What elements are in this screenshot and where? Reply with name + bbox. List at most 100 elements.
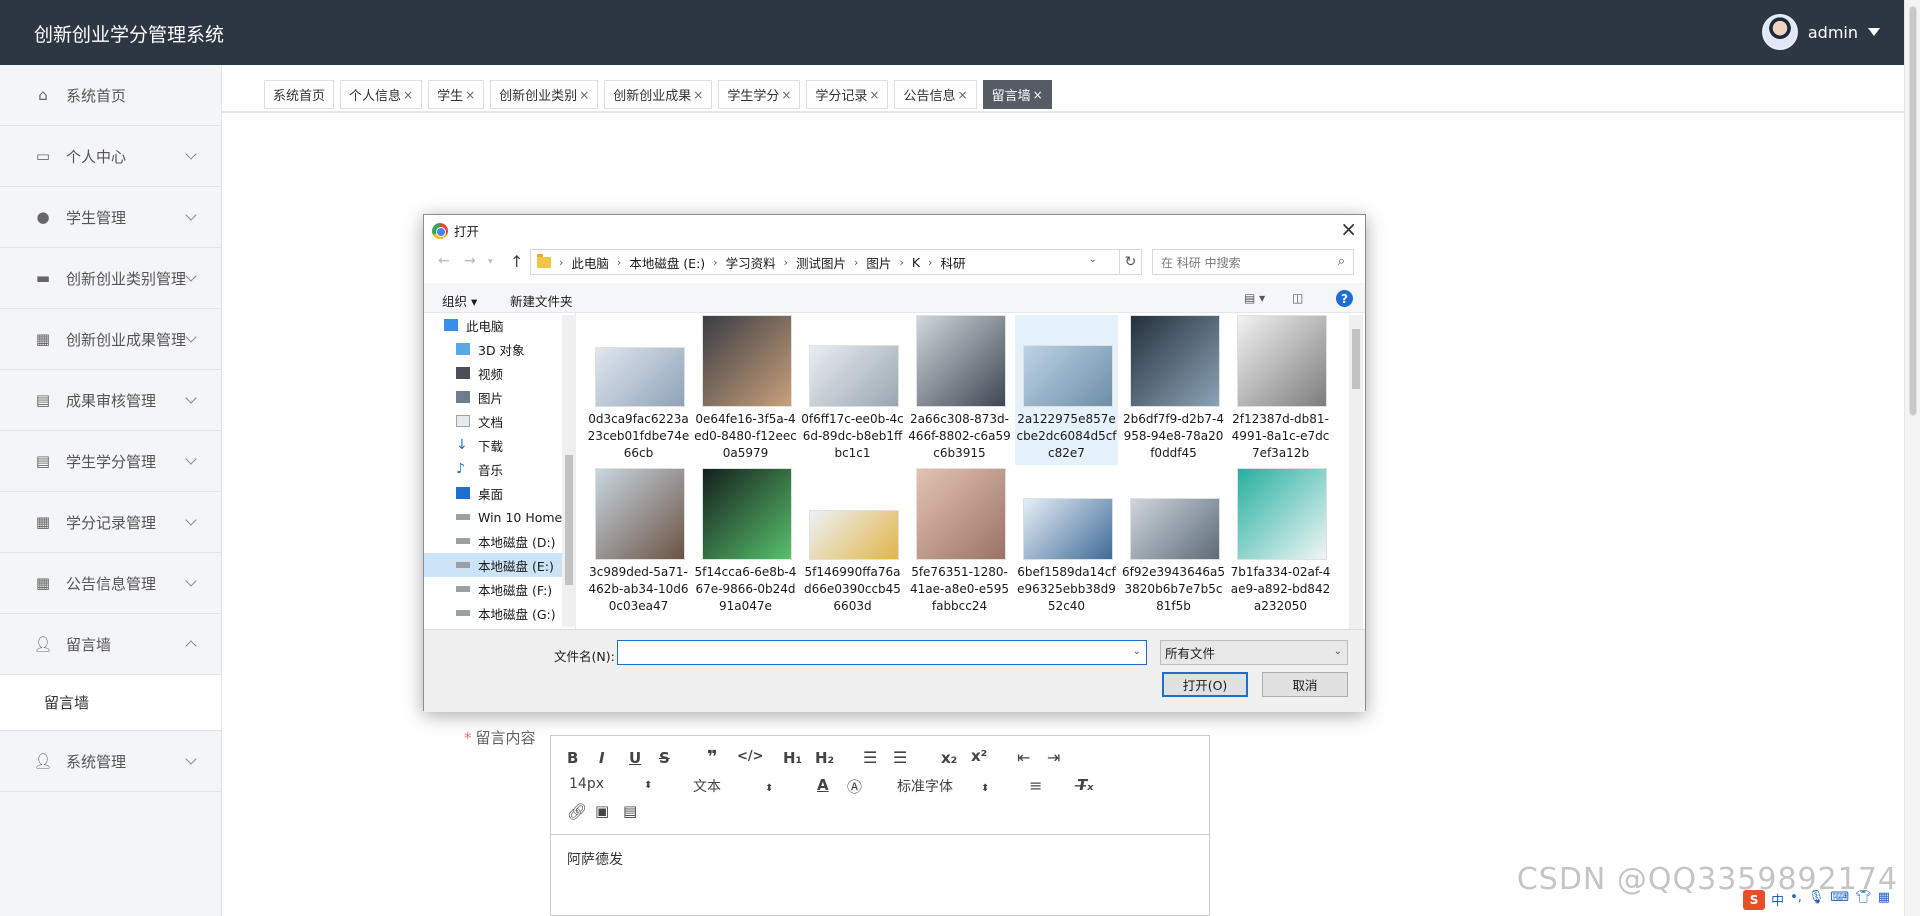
sidebar-item-credit-management[interactable]: ▤ 学生学分管理 bbox=[0, 431, 221, 492]
tab-personal-info[interactable]: 个人信息 × bbox=[340, 80, 423, 109]
file-item[interactable]: 7b1fa334-02af-4ae9-a892-bd842a232050 bbox=[1229, 468, 1332, 618]
username[interactable]: admin bbox=[1808, 23, 1858, 42]
tree-item[interactable]: 本地磁盘 (F:) bbox=[424, 577, 575, 601]
close-icon[interactable]: × bbox=[869, 88, 879, 102]
forward-arrow-icon[interactable]: → bbox=[464, 253, 476, 269]
image-icon[interactable]: ▣ bbox=[595, 802, 609, 820]
file-grid-scrollbar[interactable] bbox=[1349, 315, 1363, 629]
sidebar-item-home[interactable]: ⌂ 系统首页 bbox=[0, 65, 221, 126]
sidebar-item-system-management[interactable]: 👤︎ 系统管理 bbox=[0, 731, 221, 792]
cancel-button[interactable]: 取消 bbox=[1262, 672, 1348, 697]
chevron-right-icon[interactable]: › bbox=[617, 256, 621, 269]
search-icon[interactable]: ⌕ bbox=[1338, 254, 1345, 269]
file-item[interactable]: 0d3ca9fac6223a23ceb01fdbe74e66cb bbox=[587, 315, 690, 465]
tree-scrollbar-thumb[interactable] bbox=[565, 455, 573, 585]
tree-item[interactable]: 3D 对象 bbox=[424, 337, 575, 361]
breadcrumb-item[interactable]: 学习资料 bbox=[726, 253, 776, 272]
caret-down-icon[interactable] bbox=[1868, 28, 1880, 36]
user-menu[interactable]: admin bbox=[1761, 14, 1880, 50]
chevron-down-icon[interactable]: ⌄ bbox=[1133, 646, 1141, 657]
sidebar-item-category-management[interactable]: ▬ 创新创业类别管理 bbox=[0, 248, 221, 309]
tab-message-wall[interactable]: 留言墙 × bbox=[982, 80, 1052, 109]
microphone-icon[interactable]: 🎙︎ bbox=[1808, 890, 1825, 910]
strikethrough-icon[interactable]: S bbox=[659, 749, 670, 767]
tree-item[interactable]: 本地磁盘 (G:) bbox=[424, 601, 575, 625]
close-icon[interactable]: × bbox=[693, 88, 703, 102]
bold-icon[interactable]: B bbox=[567, 749, 578, 767]
chevron-right-icon[interactable]: › bbox=[854, 256, 858, 269]
close-icon[interactable]: × bbox=[465, 88, 475, 102]
breadcrumb-item[interactable]: 此电脑 bbox=[571, 253, 609, 272]
tree-item[interactable]: 视频 bbox=[424, 361, 575, 385]
rich-text-editor[interactable]: B I U S ❞ </> H₁ H₂ ☰ ☰ x₂ x² ⇤ ⇥ 14px ⬍ … bbox=[550, 735, 1210, 916]
refresh-icon[interactable]: ↻ bbox=[1120, 249, 1142, 275]
ordered-list-icon[interactable]: ☰ bbox=[863, 748, 877, 767]
chevron-right-icon[interactable]: › bbox=[784, 256, 788, 269]
avatar[interactable] bbox=[1761, 14, 1798, 50]
sidebar-item-notice-management[interactable]: ▦ 公告信息管理 bbox=[0, 553, 221, 614]
indent-icon[interactable]: ⇥ bbox=[1047, 748, 1060, 767]
tree-item[interactable]: ↓ 下载 bbox=[424, 433, 575, 457]
breadcrumb-item[interactable]: 科研 bbox=[940, 253, 965, 272]
tree-item[interactable]: 桌面 bbox=[424, 481, 575, 505]
sidebar-item-message-wall[interactable]: 👤︎ 留言墙 bbox=[0, 614, 221, 675]
page-scrollbar-thumb[interactable] bbox=[1909, 6, 1917, 416]
tree-item[interactable]: 此电脑 bbox=[424, 313, 575, 337]
editor-content[interactable]: 阿萨德发 bbox=[551, 835, 1209, 883]
clear-format-icon[interactable]: T̶ₓ bbox=[1077, 776, 1093, 794]
tab-category[interactable]: 创新创业类别 × bbox=[490, 80, 599, 109]
tab-home[interactable]: 系统首页 bbox=[264, 80, 335, 109]
toolbox-icon[interactable]: ▦ bbox=[1878, 890, 1890, 910]
breadcrumb-item[interactable]: 测试图片 bbox=[796, 253, 846, 272]
file-grid-scrollbar-thumb[interactable] bbox=[1352, 329, 1360, 389]
file-item[interactable]: 0f6ff17c-ee0b-4c6d-89dc-b8eb1ffbc1c1 bbox=[801, 315, 904, 465]
tree-item[interactable]: 文档 bbox=[424, 409, 575, 433]
submenu-item-message-wall[interactable]: 留言墙 bbox=[0, 675, 221, 731]
tree-item[interactable]: ♪ 音乐 bbox=[424, 457, 575, 481]
sidebar-item-achievement-management[interactable]: ▦ 创新创业成果管理 bbox=[0, 309, 221, 370]
chevron-right-icon[interactable]: › bbox=[899, 256, 903, 269]
file-item[interactable]: 2a122975e857ecbe2dc6084d5cfc82e7 bbox=[1015, 315, 1118, 465]
organize-button[interactable]: 组织 ▾ bbox=[442, 291, 477, 310]
tab-credit-record[interactable]: 学分记录 × bbox=[806, 80, 889, 109]
chevron-right-icon[interactable]: › bbox=[928, 256, 932, 269]
align-icon[interactable]: ≡ bbox=[1029, 776, 1042, 795]
italic-icon[interactable]: I bbox=[599, 749, 605, 767]
new-folder-button[interactable]: 新建文件夹 bbox=[510, 291, 573, 310]
skin-icon[interactable]: 👕︎ bbox=[1855, 890, 1872, 910]
file-item[interactable]: 5f14cca6-6e8b-467e-9866-0b24d91a047e bbox=[694, 468, 797, 618]
tree-scrollbar[interactable] bbox=[562, 315, 576, 627]
font-size-select[interactable]: 14px ⬍ bbox=[569, 776, 652, 792]
font-color-icon[interactable]: A bbox=[817, 776, 829, 794]
superscript-icon[interactable]: x² bbox=[971, 747, 987, 765]
close-icon[interactable]: × bbox=[579, 88, 589, 102]
chevron-right-icon[interactable]: › bbox=[559, 256, 563, 269]
chevron-down-icon[interactable]: ⌄ bbox=[1089, 254, 1097, 265]
file-item[interactable]: 2b6df7f9-d2b7-4958-94e8-78a20f0ddf45 bbox=[1122, 315, 1225, 465]
font-family-select[interactable]: 标准字体 ⬍ bbox=[897, 776, 989, 796]
text-style-select[interactable]: 文本 ⬍ bbox=[693, 776, 773, 796]
close-icon[interactable]: × bbox=[781, 88, 791, 102]
filename-input[interactable]: ⌄ bbox=[617, 640, 1147, 665]
filetype-select[interactable]: 所有文件 ⌄ bbox=[1160, 640, 1348, 665]
tab-notice[interactable]: 公告信息 × bbox=[894, 80, 977, 109]
file-item[interactable]: 6f92e3943646a53820b6b7e7b5c81f5b bbox=[1122, 468, 1225, 618]
tree-item-selected[interactable]: 本地磁盘 (E:) bbox=[424, 553, 575, 577]
blockquote-icon[interactable]: ❞ bbox=[707, 747, 718, 768]
address-bar[interactable]: › 此电脑 › 本地磁盘 (E:) › 学习资料 › 测试图片 › 图片 › K… bbox=[530, 249, 1120, 275]
help-icon[interactable]: ? bbox=[1336, 290, 1353, 307]
close-icon[interactable]: × bbox=[958, 88, 968, 102]
chevron-right-icon[interactable]: › bbox=[713, 256, 717, 269]
sidebar-item-review-management[interactable]: ▤ 成果审核管理 bbox=[0, 370, 221, 431]
file-item[interactable]: 5fe76351-1280-41ae-a8e0-e595fabbcc24 bbox=[908, 468, 1011, 618]
video-icon[interactable]: ▤ bbox=[623, 802, 637, 820]
link-icon[interactable]: 🔗︎ bbox=[567, 802, 587, 821]
background-color-icon[interactable]: Ⓐ bbox=[847, 776, 862, 797]
ime-toolbar[interactable]: S 中 •, 🎙︎ ⌨︎ 👕︎ ▦ bbox=[1743, 890, 1890, 910]
recent-dropdown-icon[interactable]: ▾ bbox=[488, 257, 493, 267]
code-icon[interactable]: </> bbox=[737, 749, 764, 764]
up-arrow-icon[interactable]: ↑ bbox=[510, 252, 523, 271]
page-scrollbar[interactable] bbox=[1904, 0, 1920, 916]
tree-item[interactable]: 本地磁盘 (D:) bbox=[424, 529, 575, 553]
file-item[interactable]: 2a66c308-873d-466f-8802-c6a59c6b3915 bbox=[908, 315, 1011, 465]
